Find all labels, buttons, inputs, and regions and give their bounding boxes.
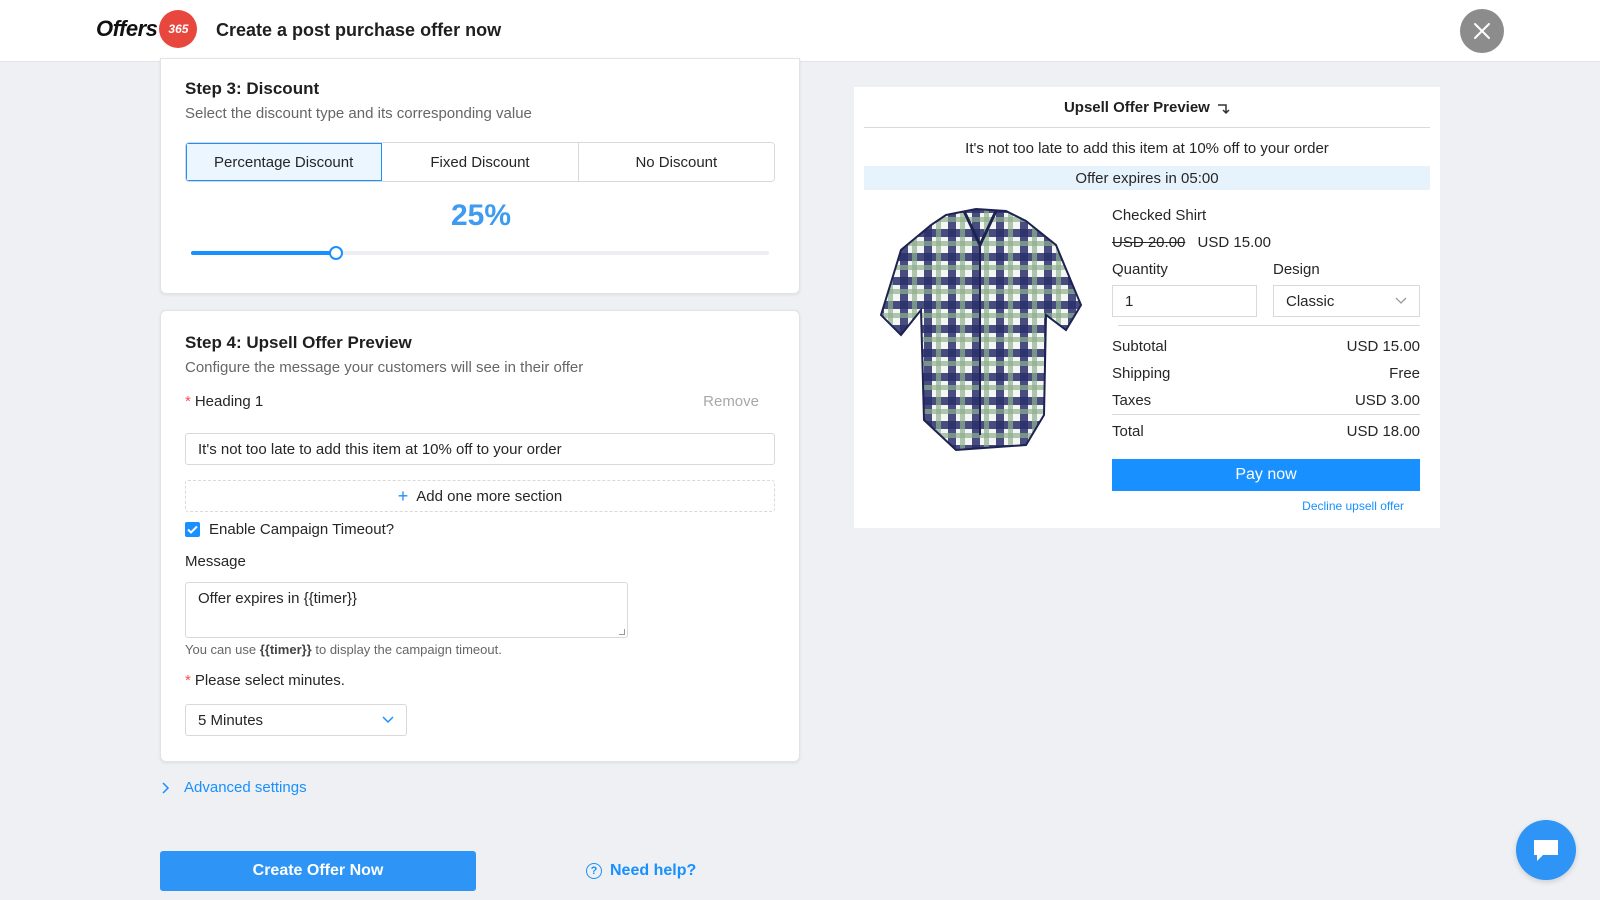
minutes-select-value: 5 Minutes	[198, 711, 264, 729]
subtotal-value: USD 15.00	[1346, 338, 1420, 355]
hint-suffix: to display the campaign timeout.	[315, 642, 502, 657]
total-value: USD 18.00	[1346, 423, 1420, 440]
quantity-input[interactable]: 1	[1112, 285, 1257, 317]
shipping-value: Free	[1389, 365, 1420, 382]
shipping-label: Shipping	[1112, 365, 1171, 382]
required-marker: *	[185, 393, 191, 410]
pay-now-button[interactable]: Pay now	[1112, 459, 1420, 491]
product-name: Checked Shirt	[1112, 207, 1207, 224]
step3-discount-card: Step 3: Discount Select the discount typ…	[160, 58, 800, 294]
campaign-timeout-checkbox[interactable]	[185, 522, 200, 537]
chevron-right-icon	[162, 781, 170, 794]
preview-title-text: Upsell Offer Preview	[1063, 99, 1210, 116]
original-price: USD 20.00	[1112, 234, 1186, 251]
advanced-settings-toggle[interactable]: Advanced settings	[162, 779, 307, 796]
heading-1-input[interactable]: It's not too late to add this item at 10…	[185, 433, 775, 465]
chevron-down-icon	[382, 716, 394, 724]
checkmark-icon	[187, 525, 198, 534]
advanced-settings-label: Advanced settings	[184, 779, 307, 796]
preview-divider	[864, 127, 1430, 128]
step3-title: Step 3: Discount	[185, 79, 320, 98]
discount-value-display: 25%	[450, 199, 512, 232]
app-logo: Offers 365	[96, 9, 198, 49]
quantity-label: Quantity	[1112, 261, 1168, 278]
minutes-label-text: Please select minutes.	[194, 672, 345, 689]
discount-slider-handle[interactable]	[328, 246, 343, 260]
minutes-label: * Please select minutes.	[185, 672, 345, 689]
discount-slider-fill	[191, 251, 336, 255]
no-discount-option[interactable]: No Discount	[578, 143, 774, 181]
chevron-down-icon	[1395, 297, 1407, 304]
chat-icon	[1534, 840, 1558, 861]
message-text: Offer expires in {{timer}}	[198, 590, 357, 607]
decline-upsell-link[interactable]: Decline upsell offer	[1302, 499, 1404, 513]
question-icon: ?	[586, 863, 602, 879]
resize-handle-icon[interactable]	[619, 629, 625, 635]
subtotal-label: Subtotal	[1112, 338, 1168, 355]
plus-icon: +	[397, 486, 409, 506]
heading-1-label: * Heading 1	[185, 393, 263, 410]
preview-timer-banner: Offer expires in 05:00	[864, 166, 1430, 190]
design-select-value: Classic	[1286, 292, 1335, 310]
need-help-label: Need help?	[610, 862, 697, 879]
campaign-timeout-label: Enable Campaign Timeout?	[209, 521, 395, 538]
required-marker: *	[185, 672, 191, 689]
total-row: Total USD 18.00	[1112, 423, 1420, 440]
timer-hint: You can use {{timer}} to display the cam…	[185, 642, 502, 657]
need-help-link[interactable]: ? Need help?	[586, 862, 696, 880]
arrow-turn-down-icon	[1218, 104, 1230, 115]
campaign-timeout-row: Enable Campaign Timeout?	[185, 521, 394, 538]
discount-type-selector: Percentage Discount Fixed Discount No Di…	[185, 142, 775, 182]
hint-prefix: You can use	[185, 642, 257, 657]
taxes-label: Taxes	[1112, 392, 1152, 409]
fixed-discount-option[interactable]: Fixed Discount	[382, 143, 579, 181]
sale-price: USD 15.00	[1197, 234, 1271, 251]
hint-token: {{timer}}	[259, 642, 312, 657]
create-offer-button[interactable]: Create Offer Now	[160, 851, 476, 891]
product-prices: USD 20.00 USD 15.00	[1112, 234, 1271, 251]
total-label: Total	[1112, 423, 1144, 440]
subtotal-row: Subtotal USD 15.00	[1112, 338, 1420, 355]
logo-text: Offers	[96, 16, 158, 41]
close-button[interactable]	[1460, 9, 1504, 53]
design-select[interactable]: Classic	[1273, 285, 1420, 317]
step3-subtitle: Select the discount type and its corresp…	[185, 105, 532, 122]
top-bar: Offers 365 Create a post purchase offer …	[0, 0, 1600, 62]
taxes-row: Taxes USD 3.00	[1112, 392, 1420, 409]
discount-slider[interactable]	[191, 246, 769, 260]
step4-subtitle: Configure the message your customers wil…	[185, 359, 584, 376]
preview-title: Upsell Offer Preview	[854, 99, 1440, 116]
message-textarea[interactable]: Offer expires in {{timer}}	[185, 582, 628, 638]
remove-heading-link[interactable]: Remove	[703, 393, 759, 410]
minutes-select[interactable]: 5 Minutes	[185, 704, 407, 736]
chat-button[interactable]	[1516, 820, 1576, 880]
product-image	[879, 207, 1083, 452]
taxes-value: USD 3.00	[1354, 392, 1420, 409]
message-label: Message	[185, 553, 246, 570]
heading-1-label-text: Heading 1	[194, 393, 264, 410]
page-title: Create a post purchase offer now	[216, 20, 502, 40]
upsell-preview-panel: Upsell Offer Preview It's not too late t…	[854, 87, 1440, 528]
shipping-row: Shipping Free	[1112, 365, 1420, 382]
total-divider	[1112, 414, 1420, 415]
preview-heading: It's not too late to add this item at 10…	[965, 140, 1329, 157]
add-section-label: Add one more section	[416, 487, 563, 505]
totals-divider	[1118, 325, 1420, 326]
add-section-button[interactable]: + Add one more section	[185, 480, 775, 512]
close-icon	[1474, 23, 1490, 39]
logo-badge: 365	[159, 10, 198, 48]
design-label: Design	[1273, 261, 1320, 278]
step4-title: Step 4: Upsell Offer Preview	[185, 333, 412, 352]
step4-preview-card: Step 4: Upsell Offer Preview Configure t…	[160, 310, 800, 762]
percentage-discount-option[interactable]: Percentage Discount	[186, 143, 383, 181]
